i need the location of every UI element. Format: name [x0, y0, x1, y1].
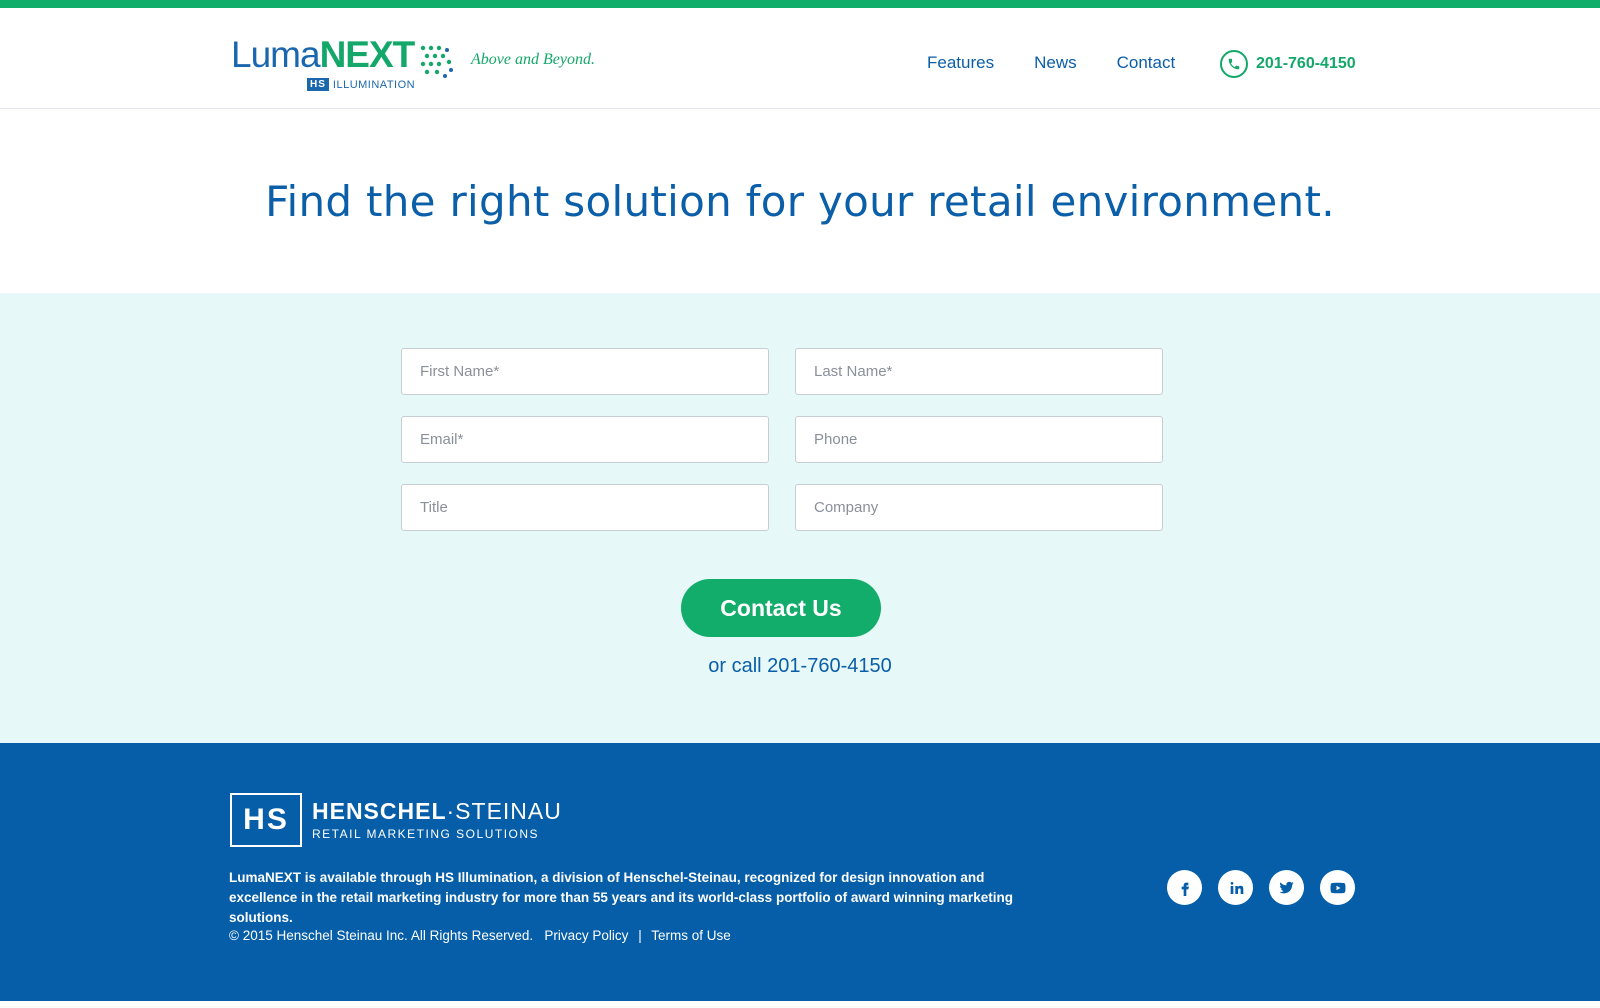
contact-form-section: Contact Us or call 201-760-4150	[0, 293, 1600, 743]
footer-copyright-row: © 2015 Henschel Steinau Inc. All Rights …	[229, 928, 731, 943]
logo-henschel-text: HENSCHEL	[312, 797, 447, 824]
logo-luma-text: Luma	[231, 34, 321, 75]
logo-dots-icon	[420, 45, 453, 78]
title-input[interactable]	[401, 484, 769, 531]
company-input[interactable]	[795, 484, 1163, 531]
logo-hs-badge: HS	[307, 78, 329, 91]
main-nav: Features News Contact	[927, 53, 1175, 73]
privacy-policy-link[interactable]: Privacy Policy	[544, 928, 628, 943]
page-title: Find the right solution for your retail …	[265, 176, 1335, 226]
henschel-steinau-logo[interactable]: HS HENSCHEL·STEINAU RETAIL MARKETING SOL…	[230, 793, 562, 847]
nav-contact[interactable]: Contact	[1117, 53, 1176, 73]
terms-of-use-link[interactable]: Terms of Use	[651, 928, 731, 943]
nav-features[interactable]: Features	[927, 53, 994, 73]
phone-icon	[1220, 50, 1248, 78]
link-separator: |	[638, 928, 642, 943]
tagline: Above and Beyond.	[471, 51, 595, 68]
phone-input[interactable]	[795, 416, 1163, 463]
first-name-input[interactable]	[401, 348, 769, 395]
youtube-icon[interactable]	[1320, 870, 1355, 905]
footer-description: LumaNEXT is available through HS Illumin…	[229, 870, 1013, 925]
contact-us-button[interactable]: Contact Us	[681, 579, 881, 637]
contact-form	[401, 348, 1163, 531]
or-call-text[interactable]: or call 201-760-4150	[0, 655, 1600, 678]
site-footer: HS HENSCHEL·STEINAU RETAIL MARKETING SOL…	[0, 743, 1600, 1001]
logo-next-text: NEXT	[319, 34, 416, 75]
logo-subtitle: RETAIL MARKETING SOLUTIONS	[312, 826, 540, 841]
linkedin-icon[interactable]	[1218, 870, 1253, 905]
logo-steinau-text: ·STEINAU	[446, 797, 562, 824]
lumanext-logo[interactable]: LumaNEXT HS ILLUMINATION	[231, 34, 453, 94]
logo-illumination-text: ILLUMINATION	[332, 78, 416, 91]
header-phone[interactable]: 201-760-4150	[1220, 50, 1356, 78]
last-name-input[interactable]	[795, 348, 1163, 395]
copyright-text: © 2015 Henschel Steinau Inc. All Rights …	[229, 928, 534, 943]
nav-news[interactable]: News	[1034, 53, 1077, 73]
site-header: LumaNEXT HS ILLUMINATION Above and Beyon…	[0, 8, 1600, 109]
hs-logo-mark: HS	[230, 793, 302, 847]
top-accent-bar	[0, 0, 1600, 8]
facebook-icon[interactable]	[1167, 870, 1202, 905]
twitter-icon[interactable]	[1269, 870, 1304, 905]
hero-section: Find the right solution for your retail …	[0, 109, 1600, 293]
email-input[interactable]	[401, 416, 769, 463]
social-links	[1167, 870, 1355, 905]
header-phone-number: 201-760-4150	[1256, 55, 1356, 72]
